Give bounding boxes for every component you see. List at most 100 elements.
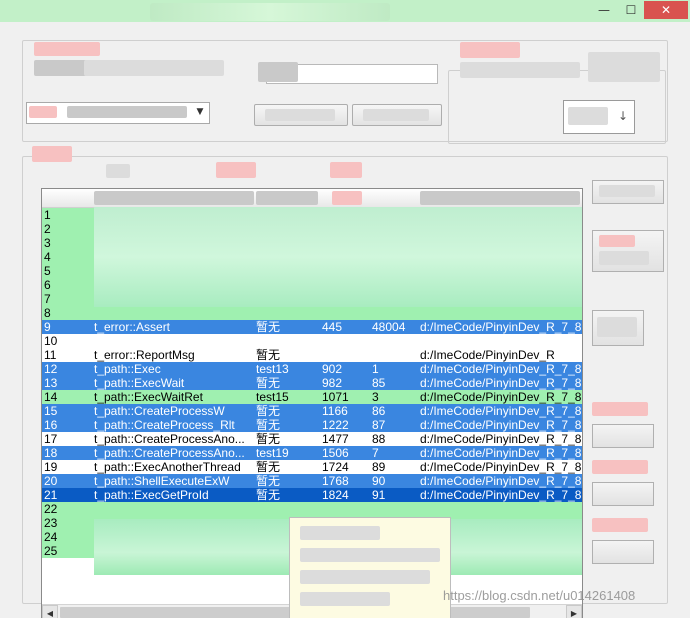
row-index: 23 (44, 516, 58, 530)
row-id: 7 (372, 446, 379, 460)
row-index: 21 (44, 488, 58, 502)
label-redacted (34, 42, 100, 56)
table-row[interactable]: 18 t_path::CreateProcessAno... test19 1506 7… (42, 446, 582, 460)
table-row[interactable]: 8 (42, 306, 582, 320)
scroll-left-button[interactable]: ◀ (42, 605, 58, 618)
button-label-redacted (599, 235, 635, 247)
row-line: 445 (322, 320, 343, 334)
column-header-redacted[interactable] (94, 191, 254, 205)
row-path: d:/ImeCode/PinyinDev_R_7_8 (420, 432, 582, 446)
combo-value-redacted (67, 106, 187, 118)
row-case: 暂无 (256, 418, 281, 432)
dropdown-select[interactable]: ▼ (26, 102, 210, 124)
combo-value-redacted (29, 106, 57, 118)
table-row[interactable]: 21 t_path::ExecGetProId 暂无 1824 91 d:/ImeCode… (42, 488, 582, 502)
minimize-button[interactable]: — (590, 1, 618, 19)
table-row[interactable]: 17 t_path::CreateProcessAno... 暂无 1477 88 d:/… (42, 432, 582, 446)
row-index: 8 (44, 306, 51, 320)
side-button-1[interactable] (592, 180, 664, 204)
row-case: 暂无 (256, 432, 281, 446)
table-row[interactable]: 15 t_path::CreateProcessW 暂无 1166 86 d:/ImeCo… (42, 404, 582, 418)
button-label-redacted (568, 107, 608, 125)
row-path: d:/ImeCode/PinyinDev_R (420, 348, 555, 362)
table-row[interactable]: 22 (42, 502, 582, 516)
table-row[interactable]: 12 t_path::Exec test13 902 1 d:/ImeCode/Pinyi… (42, 362, 582, 376)
table-row[interactable]: 11 t_error::ReportMsg 暂无 d:/ImeCode/PinyinD… (42, 348, 582, 362)
row-index: 19 (44, 460, 58, 474)
row-index: 13 (44, 376, 58, 390)
side-button-6[interactable] (592, 540, 654, 564)
browse-button[interactable]: ↓ (563, 100, 635, 134)
close-icon: ✕ (660, 3, 672, 17)
row-case: test19 (256, 446, 289, 460)
side-button-3[interactable] (592, 310, 644, 346)
table-row[interactable]: 14 t_path::ExecWaitRet test15 1071 3 d:/ImeCo… (42, 390, 582, 404)
table-row[interactable]: 20 t_path::ShellExecuteExW 暂无 1768 90 d:/ImeC… (42, 474, 582, 488)
row-id: 87 (372, 418, 386, 432)
close-button[interactable]: ✕ (644, 1, 688, 19)
chevron-left-icon: ◀ (46, 609, 54, 618)
row-path: d:/ImeCode/PinyinDev_R_7_8 (420, 320, 582, 334)
table-row[interactable]: 16 t_path::CreateProcess_Rlt 暂无 1222 87 d:/Im… (42, 418, 582, 432)
tooltip-text-redacted (300, 548, 440, 562)
row-index: 11 (44, 348, 57, 362)
listview-header (42, 189, 582, 208)
row-line: 1071 (322, 390, 349, 404)
row-path: d:/ImeCode/PinyinDev_R_7_8 (420, 376, 582, 390)
row-index: 4 (44, 250, 51, 264)
row-line: 1166 (322, 404, 348, 418)
table-row[interactable]: 9 t_error::Assert 暂无 445 48004 d:/ImeCode/Pin… (42, 320, 582, 334)
window-title-redacted (150, 3, 390, 21)
side-button-4[interactable] (592, 424, 654, 448)
row-path: d:/ImeCode/PinyinDev_R_7_8 (420, 474, 582, 488)
row-index: 6 (44, 278, 51, 292)
row-id: 48004 (372, 320, 406, 334)
watermark-text: https://blog.csdn.net/u014261408 (443, 588, 636, 603)
row-id: 89 (372, 460, 386, 474)
label-redacted (460, 62, 580, 78)
side-button-2[interactable] (592, 230, 664, 272)
row-name: t_path::ShellExecuteExW (94, 474, 230, 488)
action-button-1[interactable] (254, 104, 348, 126)
row-index: 5 (44, 264, 51, 278)
column-header-redacted[interactable] (332, 191, 362, 205)
group-title-redacted (32, 146, 72, 162)
row-name: t_path::CreateProcessW (94, 404, 225, 418)
row-path: d:/ImeCode/PinyinDev_R_7_8 (420, 418, 582, 432)
row-line: 1768 (322, 474, 349, 488)
row-name: t_path::ExecAnotherThread (94, 460, 241, 474)
row-id: 86 (372, 404, 386, 418)
table-row[interactable]: 10 (42, 334, 582, 348)
side-button-5[interactable] (592, 482, 654, 506)
column-header-redacted[interactable] (256, 191, 318, 205)
row-index: 3 (44, 236, 51, 250)
table-row[interactable]: 19 t_path::ExecAnotherThread 暂无 1724 89 d:/Im… (42, 460, 582, 474)
action-button-2[interactable] (352, 104, 442, 126)
row-case: test15 (256, 390, 289, 404)
label-redacted (592, 460, 648, 474)
row-line: 1222 (322, 418, 349, 432)
chevron-down-icon: ▼ (196, 107, 204, 117)
row-index: 10 (44, 334, 58, 348)
row-line: 1506 (322, 446, 349, 460)
minimize-icon: — (598, 3, 610, 17)
row-case: 暂无 (256, 460, 281, 474)
column-header-redacted[interactable] (420, 191, 580, 205)
button-label-redacted (599, 185, 655, 197)
maximize-button[interactable]: ☐ (618, 1, 644, 19)
label-redacted (588, 52, 660, 82)
row-case: 暂无 (256, 320, 281, 334)
row-name: t_path::ExecGetProId (94, 488, 209, 502)
row-index: 12 (44, 362, 58, 376)
label-redacted (592, 402, 648, 416)
label-redacted (330, 162, 362, 178)
table-row[interactable]: 13 t_path::ExecWait 暂无 982 85 d:/ImeCode/Piny… (42, 376, 582, 390)
row-name: t_path::ExecWaitRet (94, 390, 203, 404)
row-id: 1 (372, 362, 379, 376)
row-index: 25 (44, 544, 58, 558)
row-path: d:/ImeCode/PinyinDev_R_7_8 (420, 390, 582, 404)
row-index: 1 (44, 208, 51, 222)
maximize-icon: ☐ (625, 3, 637, 17)
row-name: t_path::CreateProcessAno... (94, 432, 245, 446)
app-window: — ☐ ✕ ▼ ↓ 1 2 3 4 5 6 7 8 9 t_error::Ass… (0, 0, 690, 618)
